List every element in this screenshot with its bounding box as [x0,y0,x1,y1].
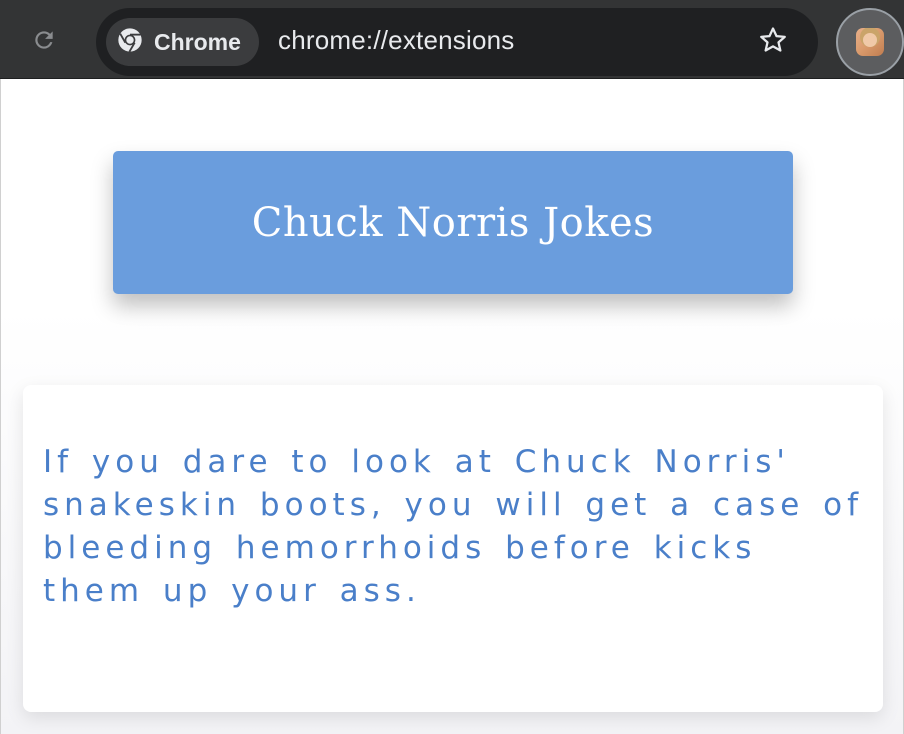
joke-card: If you dare to look at Chuck Norris' sna… [23,385,883,712]
jokes-title-button[interactable]: Chuck Norris Jokes [113,151,793,294]
site-info-chip[interactable]: Chrome [106,18,259,66]
reload-button[interactable] [28,26,60,58]
bookmark-button[interactable] [756,25,790,59]
joke-text: If you dare to look at Chuck Norris' sna… [43,444,864,609]
extension-popup: Chuck Norris Jokes If you dare to look a… [0,79,904,734]
address-bar[interactable]: Chrome chrome://extensions [96,8,818,76]
url-text[interactable]: chrome://extensions [278,25,514,56]
browser-toolbar: Chrome chrome://extensions [0,0,904,79]
extension-button[interactable] [836,8,904,76]
popup-title: Chuck Norris Jokes [251,199,655,246]
chrome-logo-icon [116,26,144,58]
star-icon [758,25,788,59]
reload-icon [31,27,57,57]
extension-avatar-icon [856,28,884,56]
chip-label: Chrome [154,28,241,55]
